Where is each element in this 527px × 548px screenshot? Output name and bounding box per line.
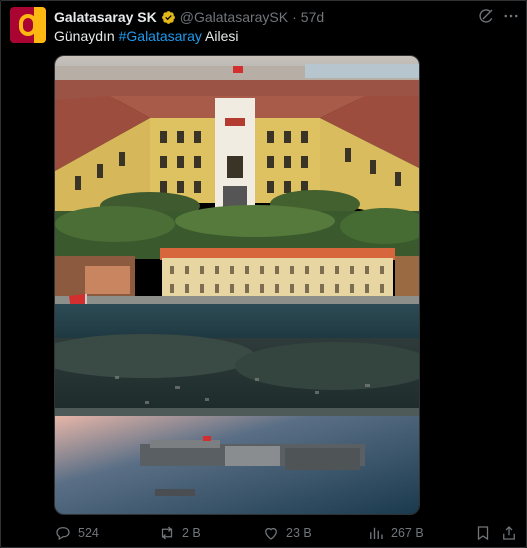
repost-count: 2 B	[182, 526, 201, 540]
avatar[interactable]	[10, 7, 46, 43]
share-icon	[503, 526, 515, 540]
aerial-photo-galatasaray-high-school	[55, 56, 419, 514]
like-icon	[265, 527, 277, 540]
tweet-photo[interactable]	[54, 55, 420, 515]
bookmark-icon	[477, 526, 489, 541]
views-count: 267 B	[391, 526, 424, 540]
tweet-actions: 524 2 B 23 B 267 B	[54, 523, 520, 543]
repost-icon	[161, 526, 173, 540]
club-crest-inner	[23, 18, 33, 32]
tweet-time[interactable]: 57d	[301, 9, 324, 25]
tweet-card[interactable]: Galatasaray SK @GalatasaraySK · 57d Güna…	[0, 0, 527, 548]
bookmark-button[interactable]	[474, 523, 498, 543]
grok-icon[interactable]	[477, 7, 495, 25]
hashtag-link[interactable]: #Galatasaray	[119, 28, 202, 44]
author-name[interactable]: Galatasaray SK	[54, 9, 157, 25]
reply-icon	[56, 527, 70, 541]
author-handle[interactable]: @GalatasaraySK	[180, 9, 288, 25]
tweet-text-suffix: Ailesi	[201, 28, 239, 44]
views-button[interactable]: 267 B	[367, 523, 424, 543]
verified-badge-icon	[161, 10, 175, 24]
like-count: 23 B	[286, 526, 312, 540]
reply-count: 524	[78, 526, 99, 540]
repost-button[interactable]: 2 B	[158, 523, 201, 543]
views-icon	[370, 527, 383, 539]
reply-button[interactable]: 524	[54, 523, 99, 543]
tweet-header: Galatasaray SK @GalatasaraySK · 57d	[54, 8, 324, 26]
like-button[interactable]: 23 B	[262, 523, 312, 543]
tweet-text-prefix: Günaydın	[54, 28, 119, 44]
tweet-text: Günaydın #Galatasaray Ailesi	[54, 28, 238, 44]
more-icon[interactable]	[501, 7, 521, 25]
separator-dot: ·	[292, 9, 297, 25]
share-button[interactable]	[500, 523, 524, 543]
